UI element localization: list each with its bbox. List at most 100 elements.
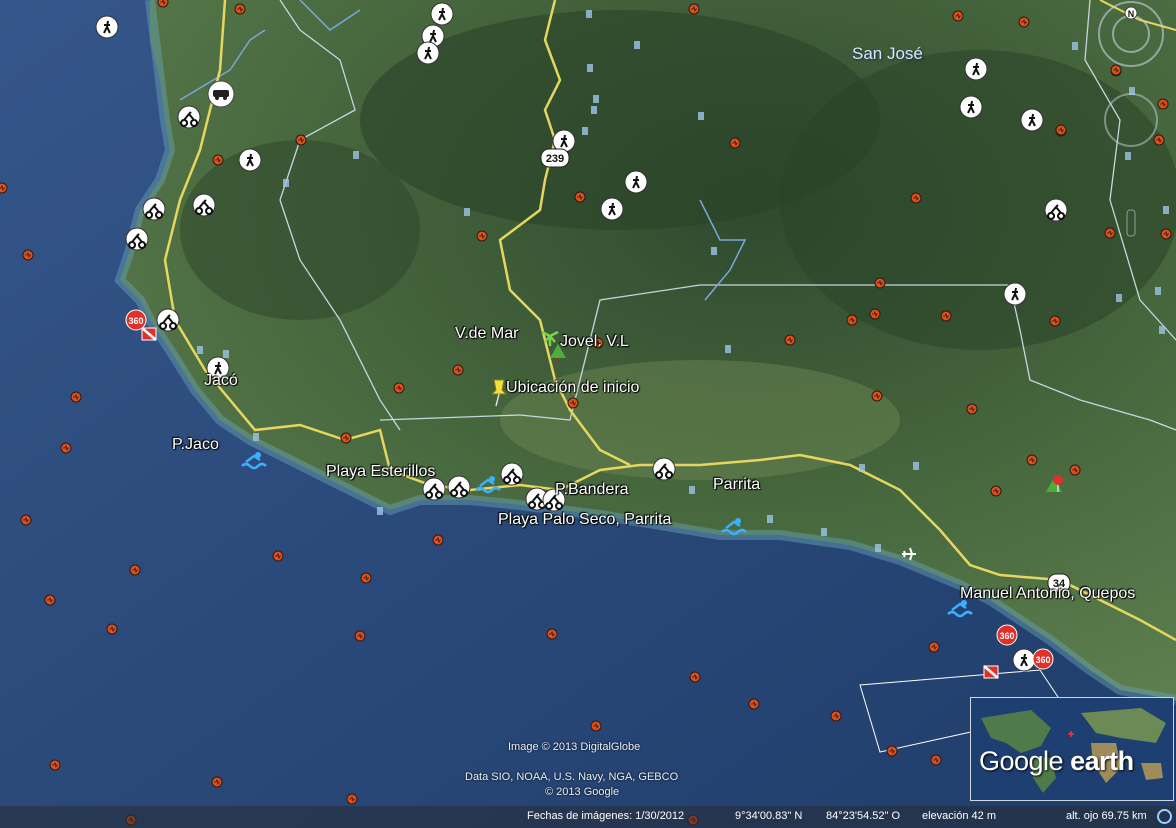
earthquake-marker[interactable] (70, 391, 82, 403)
overview-map[interactable]: Google earth (970, 697, 1174, 801)
earthquake-marker[interactable] (869, 308, 881, 320)
cycling-icon[interactable] (156, 308, 180, 332)
earthquake-marker[interactable] (689, 671, 701, 683)
earthquake-marker[interactable] (940, 310, 952, 322)
earthquake-marker[interactable] (546, 628, 558, 640)
dive-flag-icon[interactable] (983, 665, 999, 679)
label-parrita[interactable]: Parrita (713, 476, 760, 494)
lodging-icon[interactable] (582, 127, 588, 135)
earthquake-marker[interactable] (928, 641, 940, 653)
earthquake-marker[interactable] (212, 154, 224, 166)
lodging-icon[interactable] (725, 345, 731, 353)
dive-flag-icon[interactable] (141, 327, 157, 341)
hiking-icon[interactable] (600, 197, 624, 221)
lodging-icon[interactable] (767, 515, 773, 523)
lodging-icon[interactable] (1155, 287, 1161, 295)
hiking-icon[interactable] (624, 170, 648, 194)
earthquake-marker[interactable] (354, 630, 366, 642)
earthquake-marker[interactable] (784, 334, 796, 346)
lodging-icon[interactable] (1116, 294, 1122, 302)
hiking-icon[interactable] (95, 15, 119, 39)
cycling-icon[interactable] (192, 193, 216, 217)
earthquake-marker[interactable] (295, 134, 307, 146)
earthquake-marker[interactable] (1018, 16, 1030, 28)
cycling-icon[interactable] (652, 457, 676, 481)
navigation-controls[interactable]: N (1090, 0, 1176, 240)
earthquake-marker[interactable] (930, 754, 942, 766)
lodging-icon[interactable] (253, 433, 259, 441)
earthquake-marker[interactable] (952, 10, 964, 22)
lodging-icon[interactable] (689, 486, 695, 494)
lodging-icon[interactable] (587, 64, 593, 72)
earthquake-marker[interactable] (574, 191, 586, 203)
lodging-icon[interactable] (223, 350, 229, 358)
label-san-jose[interactable]: San José (852, 44, 923, 64)
lodging-icon[interactable] (634, 41, 640, 49)
car-icon[interactable] (207, 80, 235, 108)
earthquake-marker[interactable] (966, 403, 978, 415)
earthquake-marker[interactable] (452, 364, 464, 376)
label-p-jaco[interactable]: P.Jaco (172, 436, 219, 454)
earthquake-marker[interactable] (871, 390, 883, 402)
earthquake-marker[interactable] (688, 3, 700, 15)
earthquake-marker[interactable] (910, 192, 922, 204)
label-v-de-mar[interactable]: V.de Mar (455, 325, 518, 343)
label-p-bandera[interactable]: P.Bandera (555, 481, 629, 499)
cycling-icon[interactable] (500, 462, 524, 486)
earthquake-marker[interactable] (567, 397, 579, 409)
earthquake-marker[interactable] (748, 698, 760, 710)
earthquake-marker[interactable] (234, 3, 246, 15)
lodging-icon[interactable] (875, 544, 881, 552)
lodging-icon[interactable] (283, 179, 289, 187)
panorama-360-icon[interactable]: 360 (125, 309, 147, 331)
earthquake-marker[interactable] (129, 564, 141, 576)
lodging-icon[interactable] (197, 346, 203, 354)
hiking-icon[interactable] (416, 41, 440, 65)
earthquake-marker[interactable] (476, 230, 488, 242)
cycling-icon[interactable] (142, 197, 166, 221)
lodging-icon[interactable] (1159, 326, 1165, 334)
earthquake-marker[interactable] (393, 382, 405, 394)
hiking-icon[interactable] (1003, 282, 1027, 306)
earthquake-marker[interactable] (106, 623, 118, 635)
hiking-icon[interactable] (430, 2, 454, 26)
cycling-icon[interactable] (125, 227, 149, 251)
earthquake-marker[interactable] (44, 594, 56, 606)
earthquake-marker[interactable] (432, 534, 444, 546)
earthquake-marker[interactable] (1069, 464, 1081, 476)
lodging-icon[interactable] (353, 151, 359, 159)
panorama-360-icon[interactable]: 360 (1032, 648, 1054, 670)
hiking-icon[interactable] (964, 57, 988, 81)
cycling-icon[interactable] (447, 475, 471, 499)
label-ubicacion-inicio[interactable]: Ubicación de inicio (506, 379, 639, 397)
earthquake-marker[interactable] (886, 745, 898, 757)
hiking-icon[interactable] (1020, 108, 1044, 132)
earthquake-marker[interactable] (590, 720, 602, 732)
earthquake-marker[interactable] (1055, 124, 1067, 136)
earthquake-marker[interactable] (729, 137, 741, 149)
earthquake-marker[interactable] (1026, 454, 1038, 466)
lodging-icon[interactable] (821, 528, 827, 536)
earthquake-marker[interactable] (22, 249, 34, 261)
lodging-icon[interactable] (591, 106, 597, 114)
hiking-icon[interactable] (238, 148, 262, 172)
lodging-icon[interactable] (711, 247, 717, 255)
lodging-icon[interactable] (593, 95, 599, 103)
label-playa-esterillos[interactable]: Playa Esterillos (326, 463, 435, 481)
earthquake-marker[interactable] (211, 776, 223, 788)
earthquake-marker[interactable] (60, 442, 72, 454)
label-playa-palo-seco[interactable]: Playa Palo Seco, Parrita (498, 511, 671, 529)
label-manuel-antonio[interactable]: Manuel Antonio, Quepos (960, 585, 1135, 603)
panorama-360-icon[interactable]: 360 (996, 624, 1018, 646)
lodging-icon[interactable] (464, 208, 470, 216)
lodging-icon[interactable] (377, 507, 383, 515)
earthquake-marker[interactable] (340, 432, 352, 444)
earthquake-marker[interactable] (1049, 315, 1061, 327)
lodging-icon[interactable] (586, 10, 592, 18)
lodging-icon[interactable] (1072, 42, 1078, 50)
earthquake-marker[interactable] (49, 759, 61, 771)
earthquake-marker[interactable] (990, 485, 1002, 497)
earthquake-marker[interactable] (20, 514, 32, 526)
cycling-icon[interactable] (422, 477, 446, 501)
hiking-icon[interactable] (1012, 648, 1036, 672)
